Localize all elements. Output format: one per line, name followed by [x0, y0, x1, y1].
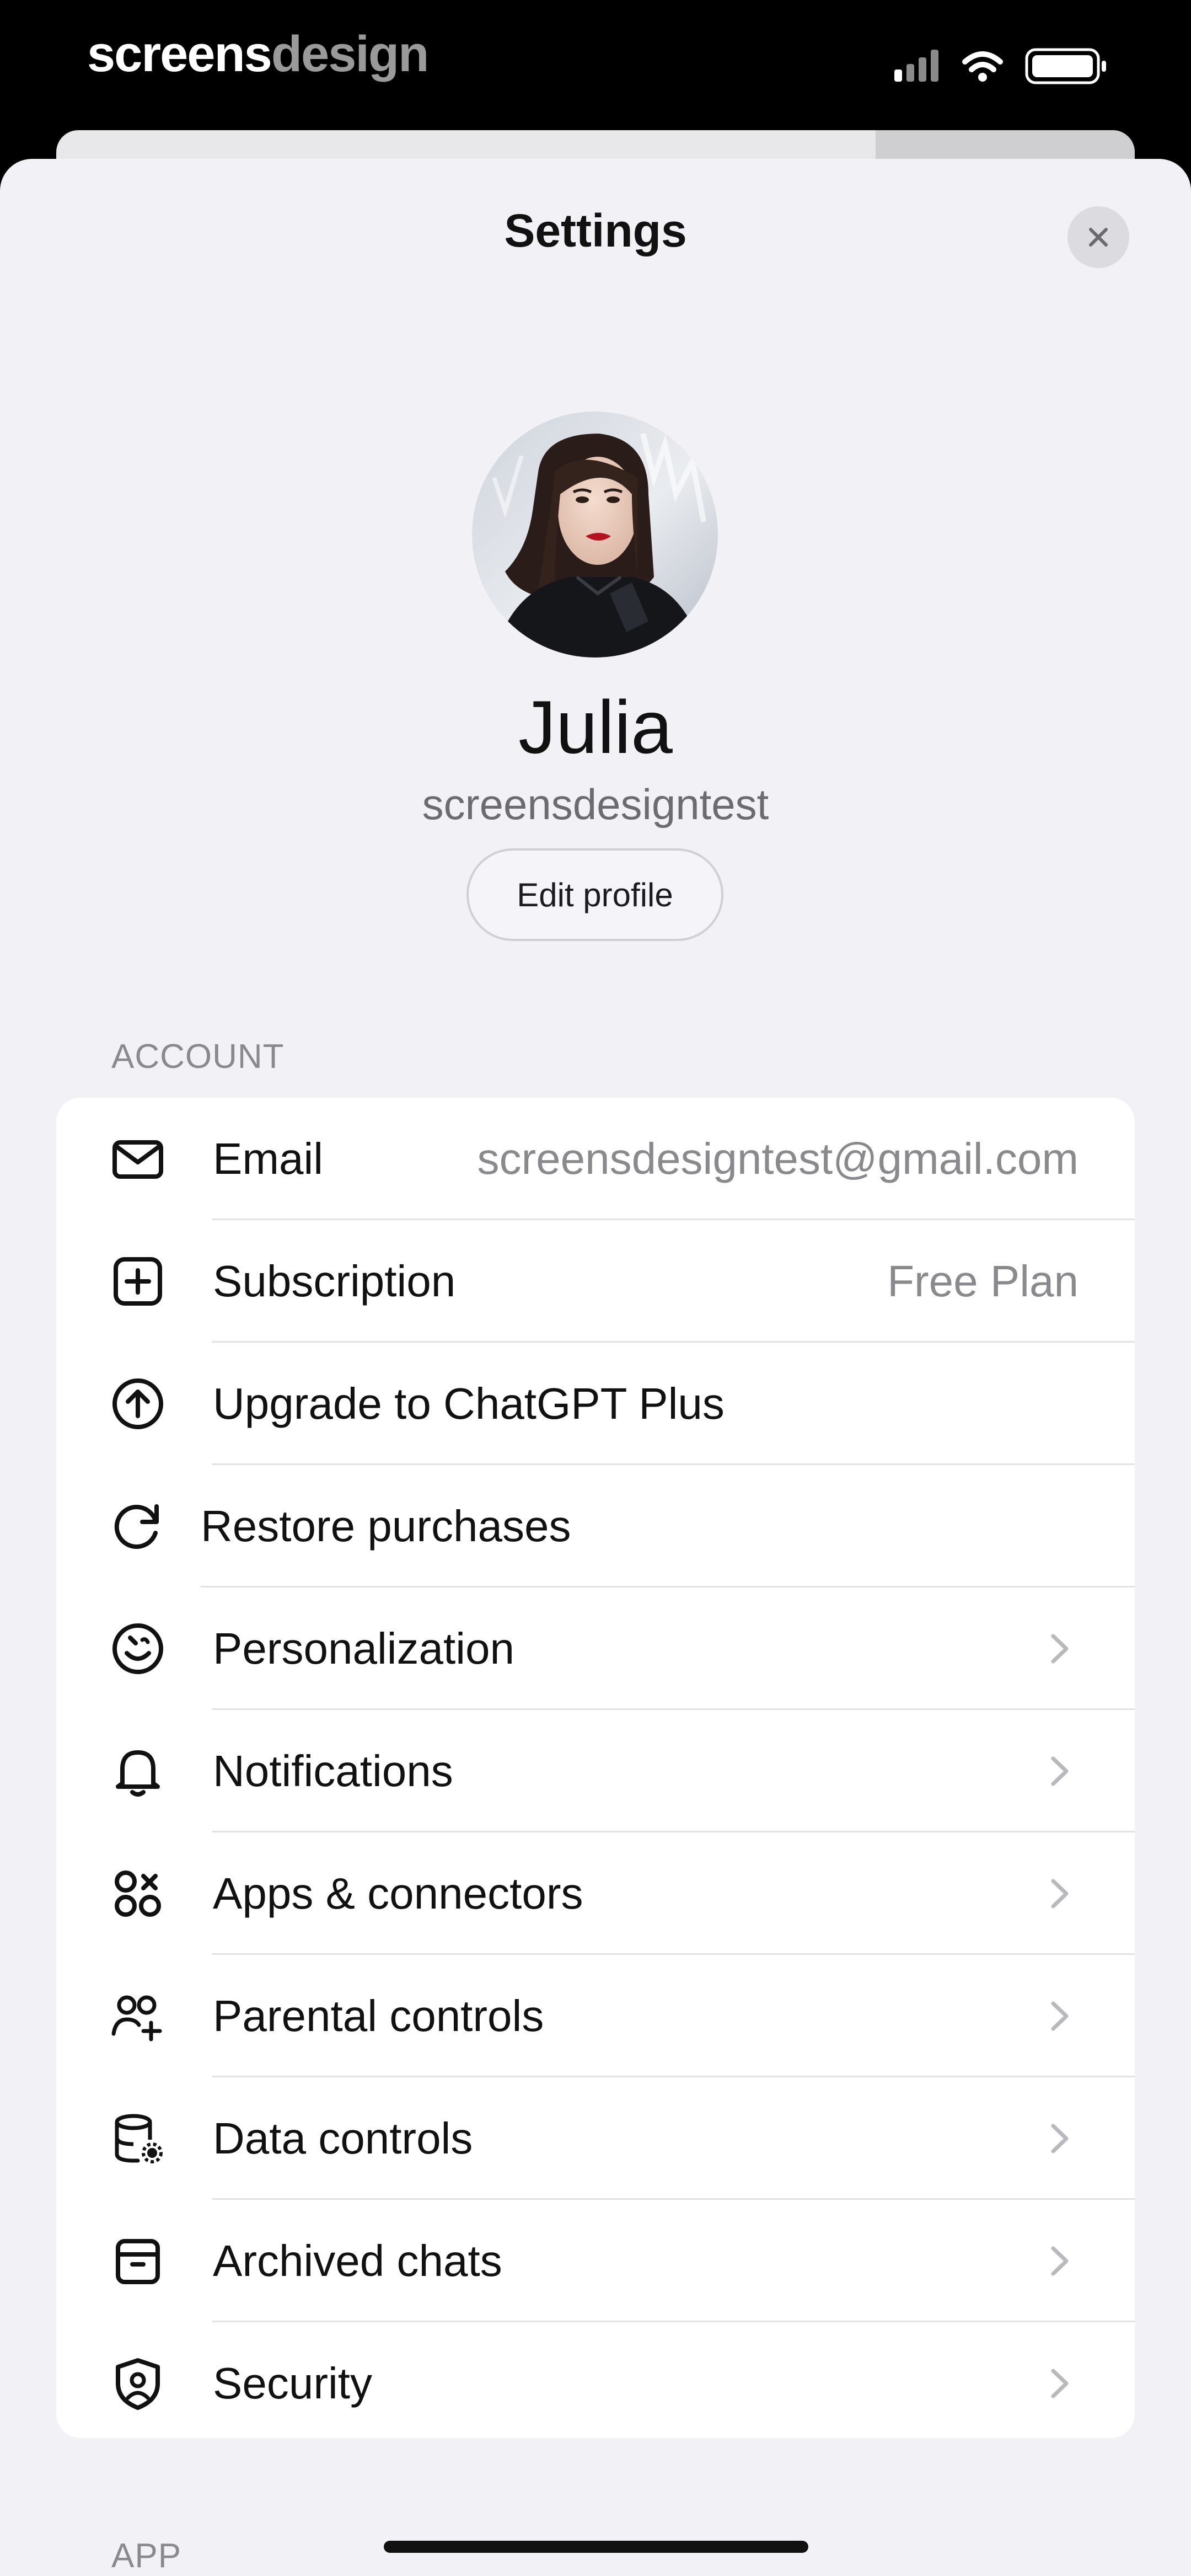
- status-bar: screensdesign: [0, 0, 1191, 127]
- data-controls-label: Data controls: [213, 2114, 473, 2163]
- profile-name: Julia: [518, 685, 673, 769]
- email-value: screensdesigntest@gmail.com: [477, 1134, 1079, 1183]
- close-icon: [1089, 228, 1108, 247]
- chevron-right-icon: [1051, 1756, 1069, 1786]
- brand-logo-part2: design: [271, 26, 429, 82]
- personalization-label: Personalization: [213, 1624, 514, 1673]
- apps-connectors-row[interactable]: Apps & connectors: [56, 1832, 1135, 1955]
- refresh-icon: [114, 1504, 159, 1549]
- section-header-app: APP: [111, 2537, 182, 2575]
- upgrade-plus-label: Upgrade to ChatGPT Plus: [213, 1379, 725, 1428]
- upgrade-plus-row[interactable]: Upgrade to ChatGPT Plus: [56, 1343, 1135, 1465]
- archived-chats-label: Archived chats: [213, 2236, 502, 2285]
- notifications-row[interactable]: Notifications: [56, 1710, 1135, 1832]
- arrow-up-circle-icon: [112, 1378, 163, 1429]
- edit-profile-button[interactable]: Edit profile: [466, 848, 723, 941]
- wifi-icon: [962, 51, 1003, 82]
- settings-sheet: Settings Julia screensdesigntest Edit pr…: [0, 159, 1191, 2576]
- home-indicator[interactable]: [384, 2541, 808, 2553]
- parental-controls-row[interactable]: Parental controls: [56, 1955, 1135, 2077]
- security-label: Security: [213, 2359, 372, 2408]
- notifications-label: Notifications: [213, 1746, 453, 1795]
- mail-icon: [112, 1140, 163, 1179]
- archive-box-icon: [116, 2239, 160, 2284]
- archived-chats-row[interactable]: Archived chats: [56, 2200, 1135, 2322]
- data-controls-row[interactable]: Data controls: [56, 2077, 1135, 2200]
- parental-controls-label: Parental controls: [213, 1991, 544, 2040]
- close-button[interactable]: [1067, 206, 1129, 268]
- personalization-row[interactable]: Personalization: [56, 1588, 1135, 1710]
- chevron-right-icon: [1051, 2001, 1069, 2031]
- brand-logo-part1: screens: [87, 26, 272, 82]
- cellular-signal-icon: [894, 50, 938, 82]
- chevron-right-icon: [1051, 1634, 1069, 1664]
- chevron-right-icon: [1051, 2246, 1069, 2276]
- profile-handle: screensdesigntest: [422, 780, 769, 829]
- email-row[interactable]: Email screensdesigntest@gmail.com: [56, 1098, 1135, 1220]
- security-row[interactable]: Security: [56, 2322, 1135, 2438]
- restore-purchases-row[interactable]: Restore purchases: [56, 1465, 1135, 1588]
- status-icons: [894, 48, 1106, 84]
- personalization-icon: [112, 1623, 163, 1674]
- plus-square-icon: [114, 1257, 162, 1306]
- avatar-photo: [472, 411, 718, 658]
- shield-user-icon: [116, 2358, 160, 2410]
- battery-icon: [1025, 48, 1106, 84]
- chevron-right-icon: [1051, 2369, 1069, 2398]
- account-settings-list: Email screensdesigntest@gmail.com Subscr…: [56, 1098, 1135, 2438]
- database-gear-icon: [115, 2114, 163, 2163]
- email-label: Email: [213, 1134, 324, 1183]
- chevron-right-icon: [1051, 1879, 1069, 1909]
- restore-purchases-label: Restore purchases: [201, 1501, 571, 1551]
- apps-connectors-label: Apps & connectors: [213, 1869, 583, 1918]
- brand-logo: screensdesign: [87, 21, 429, 87]
- apps-icon: [115, 1870, 161, 1917]
- subscription-value: Free Plan: [887, 1257, 1079, 1306]
- chevron-right-icon: [1051, 2124, 1069, 2153]
- page-title: Settings: [504, 205, 687, 256]
- subscription-label: Subscription: [213, 1257, 456, 1306]
- subscription-row[interactable]: Subscription Free Plan: [56, 1220, 1135, 1343]
- bell-icon: [116, 1750, 160, 1797]
- avatar[interactable]: [472, 411, 718, 658]
- people-add-icon: [111, 1995, 162, 2041]
- section-header-account: ACCOUNT: [111, 1038, 285, 1076]
